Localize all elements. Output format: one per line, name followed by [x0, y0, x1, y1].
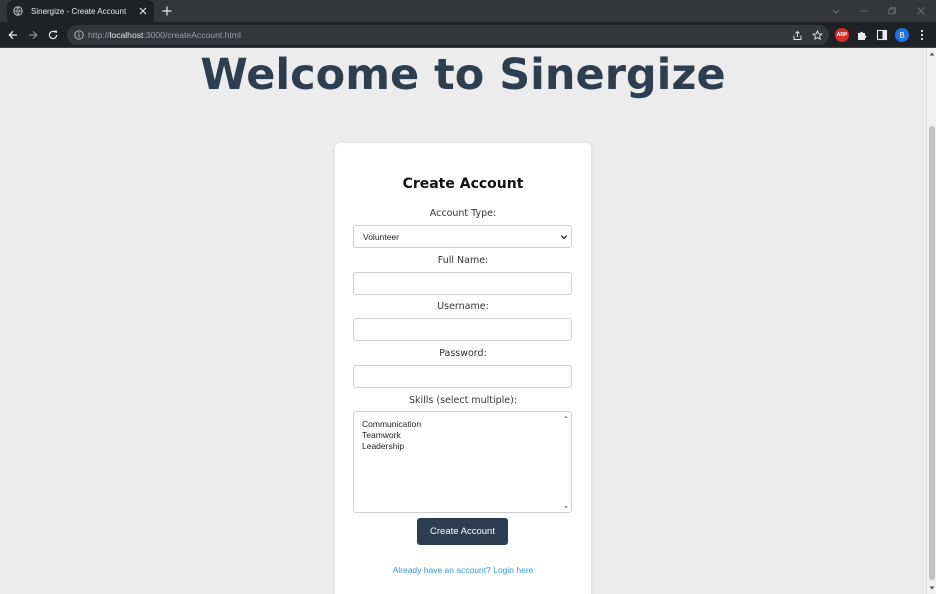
forward-arrow-icon[interactable]: [26, 28, 40, 42]
restore-icon[interactable]: [886, 5, 898, 17]
url-path: :3000/createAccount.html: [143, 30, 241, 40]
account-type-select[interactable]: Volunteer: [353, 225, 572, 248]
account-type-label: Account Type:: [429, 208, 497, 219]
share-icon[interactable]: [791, 29, 803, 41]
form-title: Create Account: [402, 176, 524, 192]
scroll-up-icon[interactable]: [929, 51, 935, 57]
puzzle-extensions-icon[interactable]: [855, 28, 869, 42]
minimize-icon[interactable]: [858, 5, 870, 17]
account-type-value: Volunteer: [363, 231, 399, 242]
globe-icon: [13, 6, 23, 16]
chevron-down-icon: [560, 233, 568, 241]
back-arrow-icon[interactable]: [6, 28, 20, 42]
scroll-thumb[interactable]: [929, 126, 935, 580]
browser-tab[interactable]: Sinergize - Create Account: [7, 0, 154, 22]
window-close-icon[interactable]: [915, 5, 927, 17]
adblock-extension-icon[interactable]: ABP: [835, 28, 849, 42]
chevron-down-icon[interactable]: [830, 5, 842, 17]
create-account-button[interactable]: Create Account: [417, 518, 508, 545]
new-tab-icon[interactable]: [161, 5, 173, 17]
skills-label: Skills (select multiple):: [408, 395, 518, 406]
side-panel-icon[interactable]: [875, 28, 889, 42]
username-label: Username:: [437, 301, 489, 312]
listbox-scrollbar[interactable]: [561, 412, 571, 512]
login-link[interactable]: Already have an account? Login here: [335, 565, 591, 575]
scroll-down-icon[interactable]: [929, 585, 935, 591]
profile-avatar[interactable]: B: [895, 28, 909, 42]
page-title: Welcome to Sinergize: [200, 50, 726, 100]
full-name-label: Full Name:: [437, 255, 489, 266]
full-name-input[interactable]: [353, 272, 572, 295]
url-text: http://localhost:3000/createAccount.html: [88, 30, 241, 40]
info-icon[interactable]: [74, 30, 84, 40]
password-input[interactable]: [353, 365, 572, 388]
star-bookmark-icon[interactable]: [811, 29, 823, 41]
create-account-form: Create Account Account Type: Volunteer F…: [335, 143, 591, 594]
more-menu-icon[interactable]: [915, 28, 929, 42]
url-host: localhost: [109, 30, 144, 40]
skills-options: Communication Teamwork Leadership: [362, 419, 421, 452]
page-scrollbar[interactable]: [926, 48, 936, 594]
reload-icon[interactable]: [46, 28, 60, 42]
address-bar[interactable]: http://localhost:3000/createAccount.html: [67, 25, 829, 45]
url-scheme: http://: [88, 30, 110, 40]
tab-strip: Sinergize - Create Account: [0, 0, 936, 22]
skills-multiselect[interactable]: Communication Teamwork Leadership: [353, 411, 572, 513]
skill-option-teamwork[interactable]: Teamwork: [362, 430, 421, 441]
tab-title: Sinergize - Create Account: [31, 6, 127, 16]
browser-toolbar: http://localhost:3000/createAccount.html…: [0, 22, 936, 48]
page-viewport: Welcome to Sinergize Create Account Acco…: [0, 48, 926, 594]
password-label: Password:: [439, 348, 487, 359]
close-icon[interactable]: [138, 6, 148, 16]
skill-option-leadership[interactable]: Leadership: [362, 441, 421, 452]
skill-option-communication[interactable]: Communication: [362, 419, 421, 430]
username-input[interactable]: [353, 318, 572, 341]
